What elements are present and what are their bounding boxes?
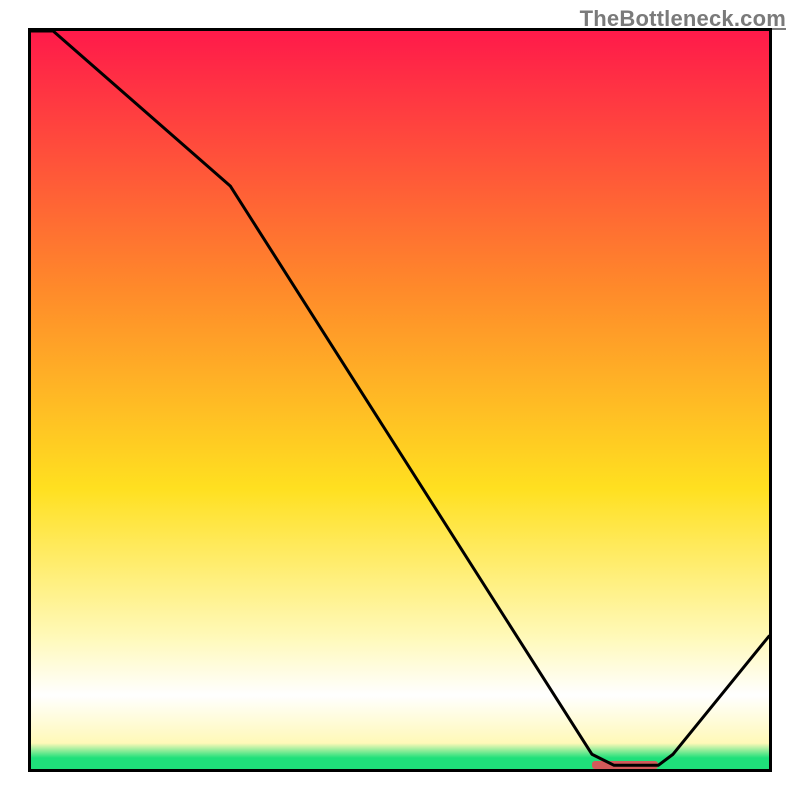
plot-area	[28, 28, 772, 772]
chart-root: TheBottleneck.com	[0, 0, 800, 800]
curve-path	[31, 31, 769, 765]
curve-svg	[31, 31, 769, 769]
